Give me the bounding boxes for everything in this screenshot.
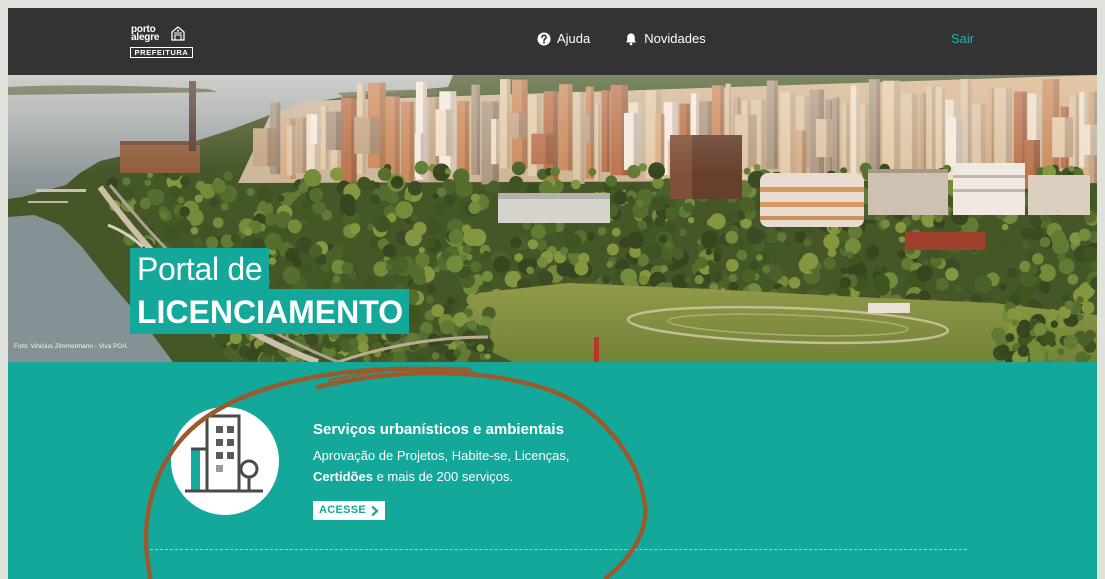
- acesse-button-label: ACESSE: [318, 504, 367, 516]
- nav-item-novidades[interactable]: Novidades: [624, 31, 706, 47]
- top-bar: porto alegre PREFEITURA Ajuda Novidades …: [8, 8, 1097, 75]
- hero-title-line-2: LICENCIAMENTO: [130, 289, 410, 334]
- city-crest-icon: [170, 25, 186, 42]
- top-nav: Ajuda Novidades: [537, 31, 740, 47]
- logout-link[interactable]: Sair: [951, 31, 974, 47]
- service-title: Serviços urbanísticos e ambientais: [313, 421, 564, 438]
- help-circle-icon: [537, 32, 551, 46]
- logo-badge: PREFEITURA: [130, 47, 193, 58]
- prefeitura-logo[interactable]: porto alegre PREFEITURA: [130, 24, 202, 60]
- service-description-line-2: Certidões e mais de 200 serviços.: [313, 467, 513, 487]
- services-section: Serviços urbanísticos e ambientais Aprov…: [8, 362, 1097, 579]
- service-description-rest: e mais de 200 serviços.: [372, 469, 514, 484]
- hero-title-line-1: Portal de: [130, 248, 270, 290]
- section-divider: [150, 549, 967, 550]
- nav-item-ajuda[interactable]: Ajuda: [537, 31, 590, 47]
- bell-icon: [624, 32, 638, 46]
- hero-banner: Portal de LICENCIAMENTO Foto: Vinicius Z…: [8, 75, 1097, 362]
- logo-line-2: alegre: [131, 32, 160, 43]
- photo-credit: Foto: Vinicius Zimmermann - Viva POA: [14, 343, 127, 350]
- app-window: porto alegre PREFEITURA Ajuda Novidades …: [8, 8, 1097, 579]
- service-description-bold: Certidões: [313, 469, 373, 484]
- acesse-button[interactable]: ACESSE: [313, 501, 385, 520]
- nav-item-label: Ajuda: [557, 31, 591, 46]
- chevron-right-icon: [371, 505, 379, 516]
- building-map-pin-icon: [171, 407, 279, 515]
- service-description-line-1: Aprovação de Projetos, Habite-se, Licenç…: [313, 448, 570, 463]
- nav-item-label: Novidades: [644, 31, 706, 46]
